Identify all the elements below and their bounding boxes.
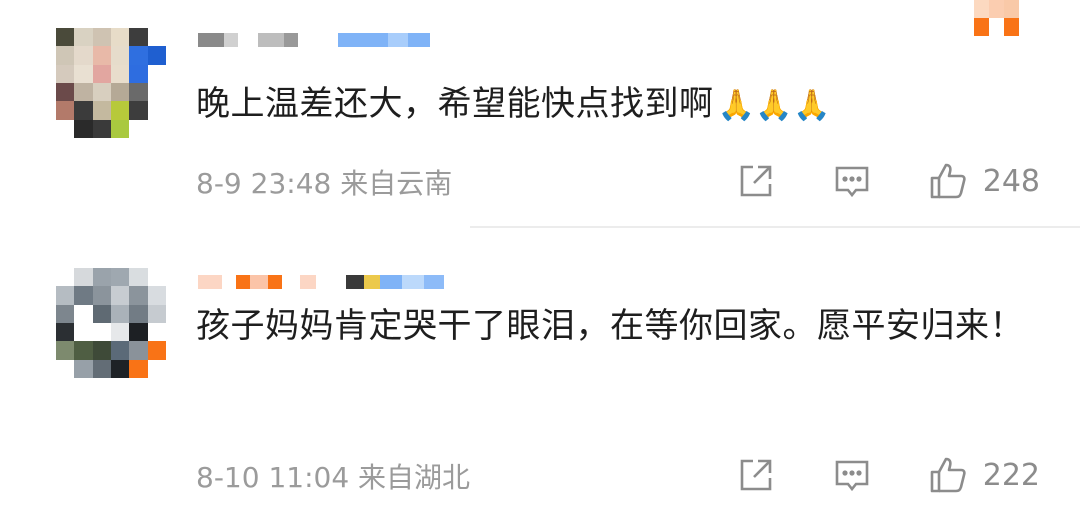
comment-icon[interactable] [831,160,873,202]
comment-actions: 248 [735,160,1040,202]
avatar[interactable] [56,268,166,378]
comment-location: 来自湖北 [358,461,471,494]
comment-time: 8-9 23:48 [196,167,332,200]
username-blurred[interactable] [198,268,444,296]
username-blurred[interactable] [198,26,430,54]
like-count: 222 [982,457,1040,493]
comment-time: 8-10 11:04 [196,461,350,494]
folded-hands-emoji: 🙏🙏🙏 [717,88,832,123]
like-button[interactable]: 222 [927,454,1040,496]
comment-item: 晚上温差还大，希望能快点找到啊 🙏🙏🙏 8-9 23:48 来自云南 248 [0,0,1080,228]
user-badge [974,0,1034,36]
thumbs-up-icon [927,160,969,202]
comment-location: 来自云南 [340,167,453,200]
like-button[interactable]: 248 [927,160,1040,202]
comment-item: 孩子妈妈肯定哭干了眼泪，在等你回家。愿平安归来！ 8-10 11:04 来自湖北 [0,228,1080,522]
share-icon[interactable] [735,454,777,496]
comment-text: 孩子妈妈肯定哭干了眼泪，在等你回家。愿平安归来！ [196,306,1024,346]
thumbs-up-icon [927,454,969,496]
comment-meta: 8-10 11:04 来自湖北 [196,456,470,496]
comment-icon[interactable] [831,454,873,496]
comment-meta: 8-9 23:48 来自云南 [196,162,452,202]
like-count: 248 [982,163,1040,199]
comment-actions: 222 [735,454,1040,496]
share-icon[interactable] [735,160,777,202]
avatar[interactable] [56,28,166,138]
comment-text: 晚上温差还大，希望能快点找到啊 🙏🙏🙏 [196,78,996,132]
